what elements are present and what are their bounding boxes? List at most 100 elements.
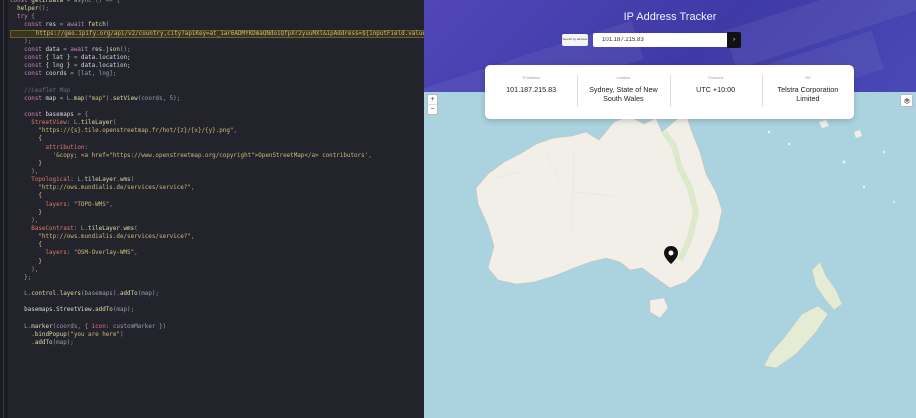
code-line[interactable]: const data = await res.json(); <box>10 46 424 54</box>
code-token: icon <box>91 323 106 330</box>
code-token: }; <box>10 274 32 281</box>
code-token: tileLayer <box>80 120 113 127</box>
code-token: fetch <box>88 22 106 29</box>
code-token: ). <box>105 95 113 102</box>
code-line[interactable]: ), <box>10 217 424 225</box>
code-line[interactable]: //Leaflet Map <box>10 87 424 95</box>
code-token: addTo <box>95 307 113 314</box>
code-token: , <box>190 234 195 241</box>
code-line[interactable] <box>10 103 424 111</box>
search-submit-button[interactable]: › <box>727 32 741 48</box>
code-line[interactable]: layers: "TOPO-WMS", <box>10 201 424 209</box>
code-token: data.location; <box>80 54 131 61</box>
code-token: addTo <box>34 339 53 346</box>
code-line[interactable]: BaseContrast: L.tileLayer.wms( <box>10 225 424 233</box>
code-line[interactable]: const basemaps = { <box>10 111 424 119</box>
code-line[interactable]: const map = L.map("map").setView(coords,… <box>10 95 424 103</box>
code-token: = L. <box>56 95 74 102</box>
code-line[interactable]: basemaps.StreetView.addTo(map); <box>10 306 424 314</box>
layers-control-button[interactable] <box>900 94 913 107</box>
code-line[interactable]: const res = await fetch( <box>10 21 424 29</box>
chevron-right-icon: › <box>733 37 735 43</box>
code-line[interactable]: L.marker(coords, { icon: customMarker }) <box>10 323 424 331</box>
code-line[interactable]: } <box>10 209 424 217</box>
code-line[interactable]: { <box>10 135 424 143</box>
code-token: data <box>45 46 60 53</box>
map-view[interactable]: + − <box>424 92 916 418</box>
code-line[interactable]: L.control.layers(basemaps).addTo(map); <box>10 290 424 298</box>
code-token: basemaps <box>45 111 74 118</box>
code-line[interactable]: "https://{s}.tile.openstreetmap.fr/hot/{… <box>10 127 424 135</box>
zoom-out-button[interactable]: − <box>428 104 437 114</box>
code-line[interactable] <box>10 314 424 322</box>
code-token: : customMarker }) <box>105 323 167 330</box>
code-line[interactable]: { <box>10 241 424 249</box>
info-label: ISP <box>804 76 811 80</box>
zoom-control: + − <box>427 94 438 115</box>
code-line[interactable] <box>10 78 424 86</box>
code-line[interactable]: "http://ows.mundialis.de/services/servic… <box>10 184 424 192</box>
code-token: : L. <box>70 177 85 184</box>
code-token: (coords, 5); <box>137 95 181 102</box>
code-token: getIPData <box>31 0 64 4</box>
ip-info-card: IP Address 101.187.215.83 Location Sydne… <box>485 65 854 119</box>
code-line[interactable]: layers: "OSM-Overlay-WMS", <box>10 249 424 257</box>
code-line[interactable]: StreetView: L.tileLayer( <box>10 119 424 127</box>
code-token: = [lat, lng]; <box>66 71 117 78</box>
code-content[interactable]: const getIPData = async () => { helper()… <box>10 0 424 347</box>
code-token: const <box>10 22 46 29</box>
code-token: wms <box>123 225 135 232</box>
code-line[interactable]: }; <box>10 274 424 282</box>
code-line[interactable]: ), <box>10 266 424 274</box>
ip-search-input[interactable] <box>593 33 727 47</box>
code-token: '&copy; <a href="https://www.openstreetm… <box>10 152 369 159</box>
page-title: IP Address Tracker <box>623 11 717 23</box>
code-token: , <box>368 152 372 159</box>
code-token: ( <box>134 225 138 232</box>
code-line[interactable]: '&copy; <a href="https://www.openstreetm… <box>10 152 424 160</box>
code-line[interactable]: const coords = [lat, lng]; <box>10 70 424 78</box>
code-token: ), <box>10 266 39 273</box>
code-token: res. <box>91 46 106 53</box>
code-line[interactable]: "http://ows.mundialis.de/services/servic… <box>10 233 424 241</box>
code-token: Topological <box>10 177 71 184</box>
code-token: map <box>73 95 85 102</box>
code-line[interactable]: `https://geo.ipify.org/api/v2/country,ci… <box>10 29 424 38</box>
code-line[interactable]: Topological: L.tileLayer.wms( <box>10 176 424 184</box>
code-editor[interactable]: const getIPData = async () => { helper()… <box>0 0 424 418</box>
code-token: (basemaps). <box>80 291 120 298</box>
code-line[interactable]: helper(); <box>10 5 424 13</box>
code-token: map <box>45 95 57 102</box>
code-token: await <box>70 46 92 53</box>
code-line[interactable] <box>10 282 424 290</box>
code-token: const <box>10 71 46 78</box>
code-token: StreetView <box>10 120 67 127</box>
code-token: ) <box>119 331 124 338</box>
code-line[interactable]: const { lng } = data.location; <box>10 62 424 70</box>
search-type-select[interactable]: Search by address <box>562 34 588 46</box>
code-token: res <box>45 22 57 29</box>
code-token: { lat } <box>45 54 71 61</box>
code-token: (map); <box>52 339 74 346</box>
code-token: (coords, { <box>52 323 92 330</box>
code-line[interactable]: attribution: <box>10 144 424 152</box>
code-line[interactable]: .addTo(map); <box>10 339 424 347</box>
code-line[interactable]: try { <box>10 13 424 21</box>
info-label: Timezone <box>707 76 724 80</box>
location-pin-icon[interactable] <box>664 246 678 264</box>
code-token: wms <box>119 177 131 184</box>
code-line[interactable]: ); <box>10 38 424 46</box>
code-token: : <box>66 250 74 257</box>
code-line[interactable] <box>10 298 424 306</box>
code-token: const <box>10 111 46 118</box>
code-token: } <box>10 258 42 265</box>
zoom-in-button[interactable]: + <box>428 95 437 104</box>
code-line[interactable]: { <box>10 192 424 200</box>
code-token: await <box>66 22 89 29</box>
code-line[interactable]: } <box>10 160 424 168</box>
code-line[interactable]: .bindPopup("you are here") <box>10 331 424 339</box>
code-line[interactable]: const { lat } = data.location; <box>10 54 424 62</box>
code-line[interactable]: } <box>10 258 424 266</box>
code-line[interactable]: ), <box>10 168 424 176</box>
code-token: "http://ows.mundialis.de/services/servic… <box>10 185 191 192</box>
